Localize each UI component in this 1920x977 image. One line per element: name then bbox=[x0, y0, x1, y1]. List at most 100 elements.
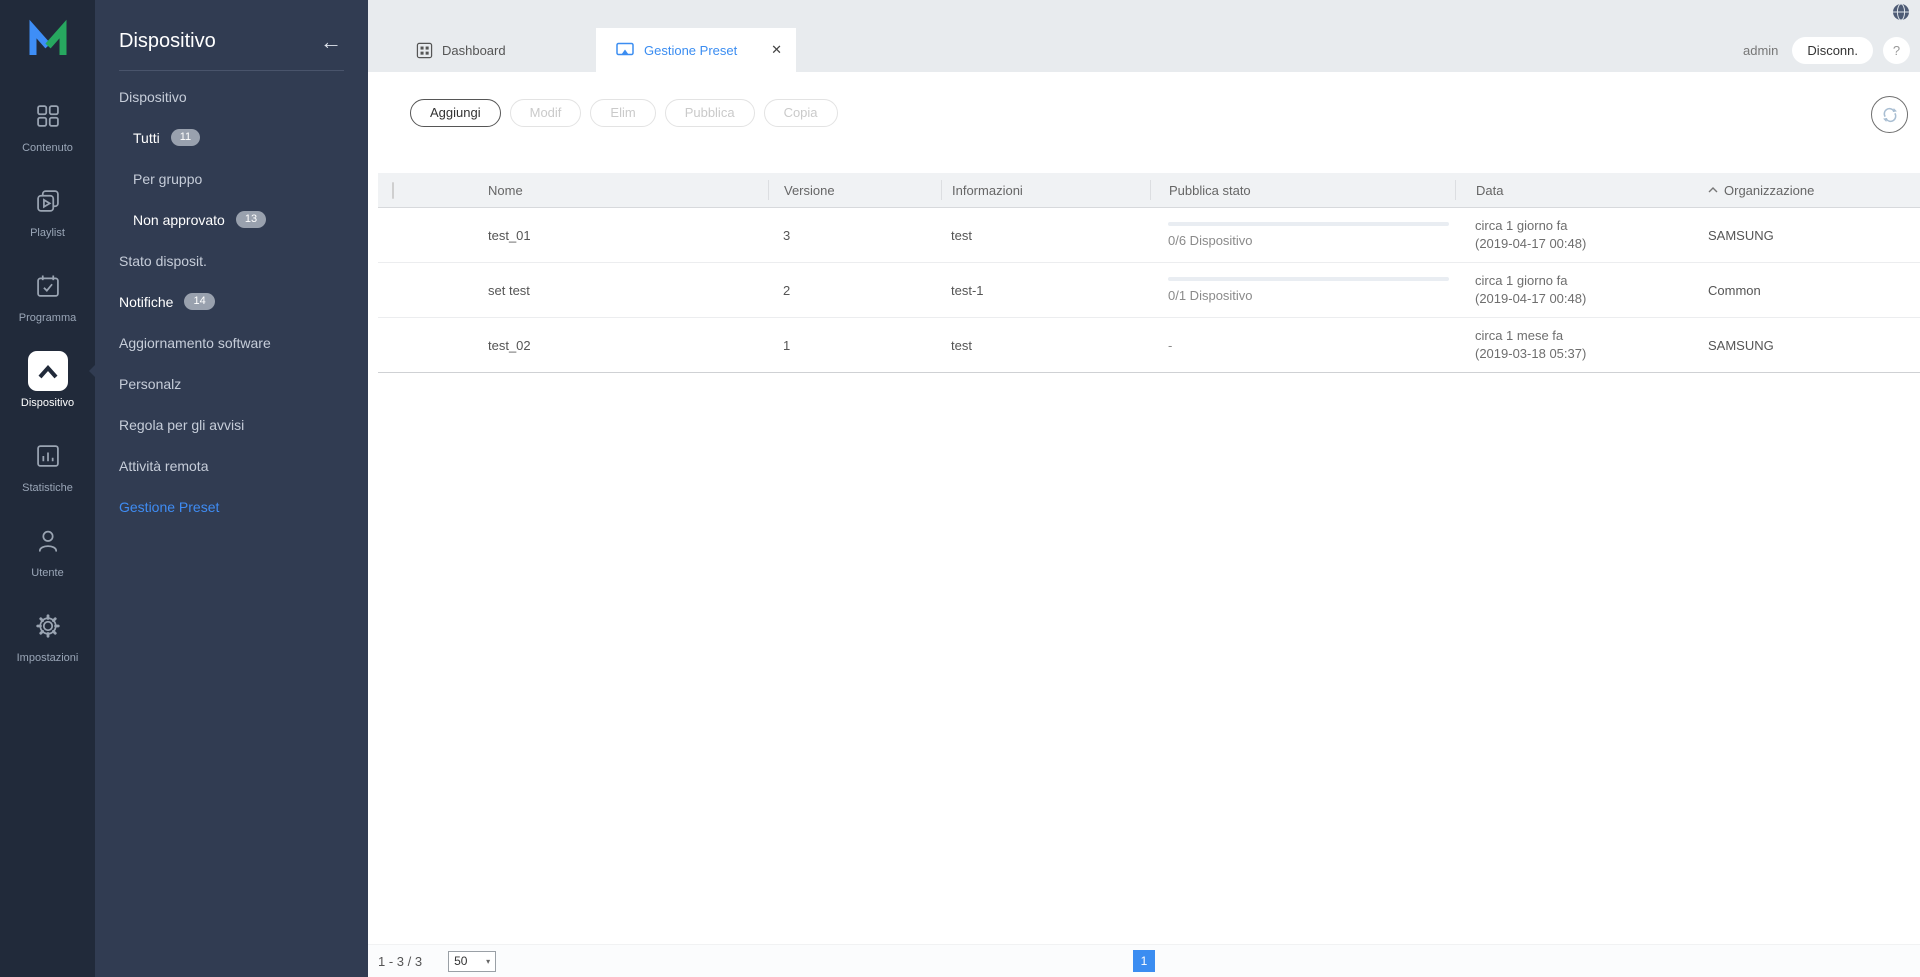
rail-item-label: Utente bbox=[0, 567, 95, 579]
table-row[interactable]: set test 2 test-1 0/1 Dispositivo circa … bbox=[378, 263, 1920, 318]
sidebar-item-label: Gestione Preset bbox=[119, 499, 219, 515]
column-header-informazioni[interactable]: Informazioni bbox=[941, 180, 1150, 200]
sidebar-item-label: Notifiche bbox=[119, 294, 173, 310]
rail-item-label: Dispositivo bbox=[0, 397, 95, 409]
sort-asc-icon bbox=[1708, 187, 1718, 193]
tab-label: Dashboard bbox=[442, 43, 506, 58]
column-header-organizzazione[interactable]: Organizzazione bbox=[1688, 183, 1920, 198]
rail-item-contenuto[interactable]: Contenuto bbox=[0, 96, 95, 154]
logout-button[interactable]: Disconn. bbox=[1792, 37, 1873, 64]
date-absolute: (2019-04-17 00:48) bbox=[1475, 235, 1688, 253]
cell-date: circa 1 giorno fa (2019-04-17 00:48) bbox=[1455, 272, 1688, 308]
sidebar-item-label: Attività remota bbox=[119, 458, 208, 474]
sidebar-divider bbox=[119, 70, 344, 71]
add-button[interactable]: Aggiungi bbox=[410, 99, 501, 127]
sidebar-item-notifiche[interactable]: Notifiche14 bbox=[95, 281, 368, 322]
sidebar-item-label: Stato disposit. bbox=[119, 253, 207, 269]
date-relative: circa 1 giorno fa bbox=[1475, 272, 1688, 290]
publish-status-label: 0/1 Dispositivo bbox=[1168, 288, 1455, 303]
column-header-nome[interactable]: Nome bbox=[468, 183, 768, 198]
date-relative: circa 1 giorno fa bbox=[1475, 217, 1688, 235]
language-globe-icon[interactable] bbox=[1891, 2, 1911, 27]
cell-info: test bbox=[941, 338, 1150, 353]
rail-item-dispositivo[interactable]: Dispositivo bbox=[0, 351, 95, 409]
sidebar-item-dispositivo[interactable]: Dispositivo bbox=[95, 76, 368, 117]
sidebar-item-per-gruppo[interactable]: Per gruppo bbox=[95, 158, 368, 199]
cell-organization: SAMSUNG bbox=[1688, 228, 1920, 243]
cell-version: 3 bbox=[768, 228, 941, 243]
rail-item-impostazioni[interactable]: Impostazioni bbox=[0, 606, 95, 664]
column-header-data[interactable]: Data bbox=[1455, 180, 1688, 200]
rail-item-label: Programma bbox=[0, 312, 95, 324]
sidebar-title: Dispositivo bbox=[119, 30, 216, 53]
count-badge: 13 bbox=[236, 211, 266, 228]
sidebar-item-label: Dispositivo bbox=[119, 89, 187, 105]
user-area: admin Disconn. ? bbox=[1743, 28, 1910, 72]
magicinfo-logo[interactable] bbox=[24, 0, 72, 96]
cell-date: circa 1 mese fa (2019-03-18 05:37) bbox=[1455, 327, 1688, 363]
refresh-icon bbox=[1880, 105, 1900, 125]
collapse-sidebar-icon[interactable]: ← bbox=[320, 31, 342, 53]
sidebar-item-label: Regola per gli avvisi bbox=[119, 417, 244, 433]
sidebar-item-label: Tutti bbox=[133, 130, 160, 146]
rail-item-utente[interactable]: Utente bbox=[0, 521, 95, 579]
sidebar-item-gestione-preset[interactable]: Gestione Preset bbox=[95, 486, 368, 527]
rail-item-label: Statistiche bbox=[0, 482, 95, 494]
chevron-down-icon: ▾ bbox=[486, 957, 490, 966]
refresh-button[interactable] bbox=[1871, 96, 1908, 133]
tab-dashboard[interactable]: Dashboard bbox=[396, 28, 596, 72]
tab-gestione-preset[interactable]: Gestione Preset ✕ bbox=[596, 28, 796, 72]
delete-button[interactable]: Elim bbox=[590, 99, 655, 127]
sidebar-item-attivita-remota[interactable]: Attività remota bbox=[95, 445, 368, 486]
select-all-checkbox[interactable] bbox=[392, 182, 394, 199]
cell-publish-status: 0/6 Dispositivo bbox=[1150, 222, 1455, 248]
column-header-label: Organizzazione bbox=[1724, 183, 1814, 198]
column-header-versione[interactable]: Versione bbox=[768, 180, 941, 200]
preset-table: Nome Versione Informazioni Pubblica stat… bbox=[378, 173, 1920, 373]
sidebar-item-non-approvato[interactable]: Non approvato 13 bbox=[95, 199, 368, 240]
cell-date: circa 1 giorno fa (2019-04-17 00:48) bbox=[1455, 217, 1688, 253]
cell-version: 1 bbox=[768, 338, 941, 353]
rail-item-label: Impostazioni bbox=[0, 652, 95, 664]
rail-item-playlist[interactable]: Playlist bbox=[0, 181, 95, 239]
column-header-pubblica-stato[interactable]: Pubblica stato bbox=[1150, 180, 1455, 200]
sidebar-item-stato-disposit[interactable]: Stato disposit. bbox=[95, 240, 368, 281]
cell-organization: SAMSUNG bbox=[1688, 338, 1920, 353]
rail-item-label: Contenuto bbox=[0, 142, 95, 154]
tab-label: Gestione Preset bbox=[644, 43, 737, 58]
cell-info: test-1 bbox=[941, 283, 1150, 298]
close-icon[interactable]: ✕ bbox=[771, 42, 782, 58]
dashboard-icon bbox=[416, 42, 433, 59]
sidebar-dispositivo: Dispositivo ← Dispositivo Tutti11 Per gr… bbox=[95, 0, 368, 977]
rail-item-programma[interactable]: Programma bbox=[0, 266, 95, 324]
cell-publish-status: 0/1 Dispositivo bbox=[1150, 277, 1455, 303]
cell-version: 2 bbox=[768, 283, 941, 298]
page-size-value: 50 bbox=[454, 954, 467, 968]
icon-rail: Contenuto Playlist Programma bbox=[0, 0, 95, 977]
cell-organization: Common bbox=[1688, 283, 1920, 298]
sidebar-item-regola-avvisi[interactable]: Regola per gli avvisi bbox=[95, 404, 368, 445]
cell-info: test bbox=[941, 228, 1150, 243]
sidebar-item-label: Non approvato bbox=[133, 212, 225, 228]
page-number-button[interactable]: 1 bbox=[1133, 950, 1155, 972]
row-range-label: 1 - 3 / 3 bbox=[378, 954, 422, 969]
publish-button[interactable]: Pubblica bbox=[665, 99, 755, 127]
sidebar-item-aggiornamento-software[interactable]: Aggiornamento software bbox=[95, 322, 368, 363]
rail-item-statistiche[interactable]: Statistiche bbox=[0, 436, 95, 494]
sidebar-item-tutti[interactable]: Tutti11 bbox=[95, 117, 368, 158]
table-row[interactable]: test_01 3 test 0/6 Dispositivo circa 1 g… bbox=[378, 208, 1920, 263]
edit-button[interactable]: Modif bbox=[510, 99, 582, 127]
table-header: Nome Versione Informazioni Pubblica stat… bbox=[378, 173, 1920, 208]
page-size-select[interactable]: 50 ▾ bbox=[448, 951, 496, 972]
help-button[interactable]: ? bbox=[1883, 37, 1910, 64]
schedule-calendar-icon bbox=[28, 266, 68, 306]
publish-status-label: - bbox=[1168, 338, 1172, 353]
copy-button[interactable]: Copia bbox=[764, 99, 838, 127]
main-area: Dashboard Gestione Preset ✕ admin Discon… bbox=[368, 0, 1920, 977]
user-icon bbox=[28, 521, 68, 561]
table-row[interactable]: test_02 1 test - circa 1 mese fa (2019-0… bbox=[378, 318, 1920, 373]
date-relative: circa 1 mese fa bbox=[1475, 327, 1688, 345]
sidebar-item-label: Per gruppo bbox=[133, 171, 202, 187]
date-absolute: (2019-03-18 05:37) bbox=[1475, 345, 1688, 363]
sidebar-item-personalz[interactable]: Personalz bbox=[95, 363, 368, 404]
